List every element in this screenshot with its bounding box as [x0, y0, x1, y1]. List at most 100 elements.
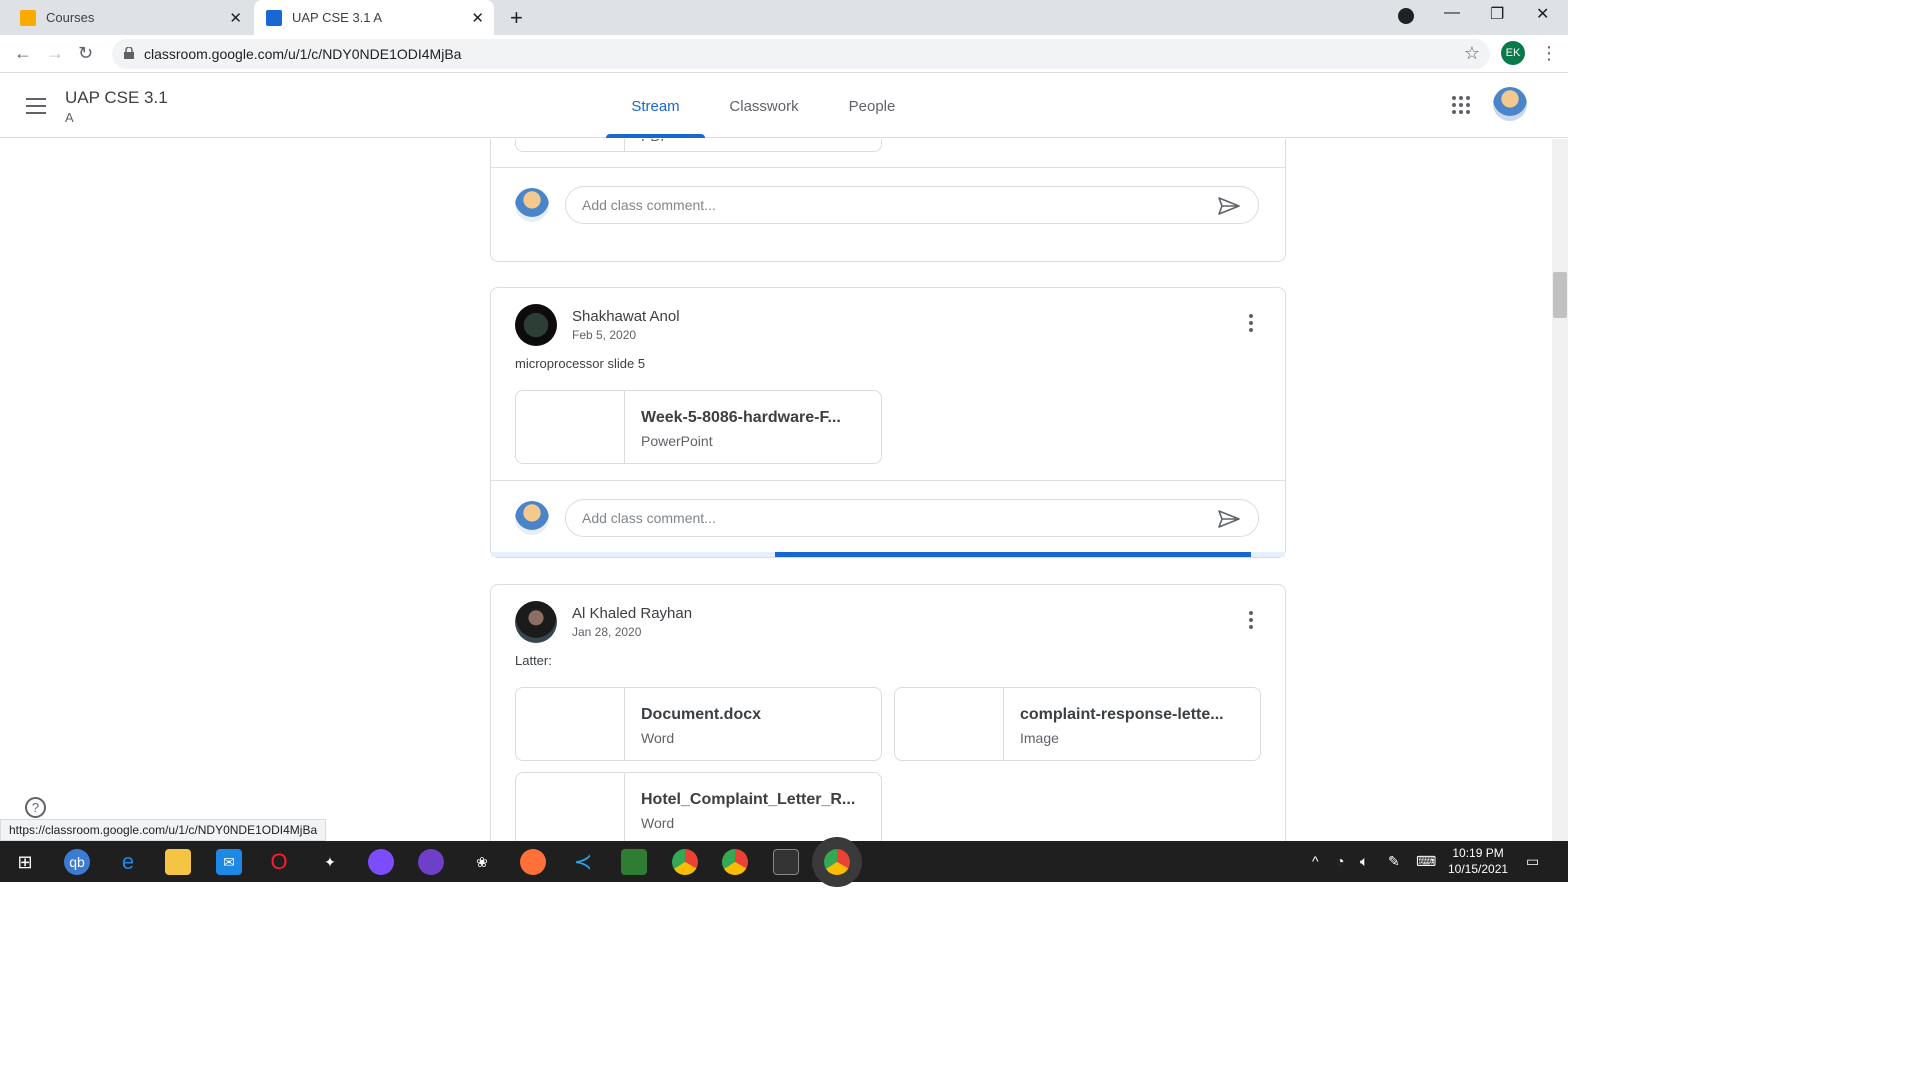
- terminal-icon[interactable]: [773, 849, 799, 875]
- attachment-thumbnail: [516, 391, 625, 463]
- stream-post-card: Shakhawat Anol Feb 5, 2020 microprocesso…: [490, 287, 1286, 558]
- tab-classwork[interactable]: Classwork: [716, 74, 812, 138]
- system-clock[interactable]: 10:19 PM 10/15/2021: [1448, 845, 1508, 877]
- reload-icon[interactable]: ↻: [78, 43, 93, 64]
- post-text: Latter:: [515, 653, 552, 668]
- show-hidden-icons-icon[interactable]: ^: [1312, 853, 1319, 869]
- tab-title: UAP CSE 3.1 A: [292, 10, 383, 25]
- comment-row: Add class comment...: [491, 167, 1285, 242]
- url-text: classroom.google.com/u/1/c/NDY0NDE1ODI4M…: [144, 46, 462, 62]
- attachment-type: PDF: [641, 139, 669, 144]
- stream-post-card: PDF Add class comment...: [490, 139, 1286, 262]
- link-status-bar: https://classroom.google.com/u/1/c/NDY0N…: [0, 819, 327, 841]
- mail-icon[interactable]: ✉: [216, 849, 242, 875]
- avatar: [515, 188, 549, 222]
- send-icon[interactable]: [1218, 510, 1240, 528]
- app-icon[interactable]: ✦: [317, 849, 343, 875]
- account-avatar[interactable]: [1493, 87, 1527, 121]
- attachment-type: PowerPoint: [641, 433, 713, 449]
- attachment-name: Document.docx: [641, 706, 762, 723]
- comment-placeholder: Add class comment...: [582, 510, 716, 526]
- page-scrollbar[interactable]: [1552, 139, 1568, 841]
- network-icon[interactable]: ◔: [1336, 853, 1344, 869]
- file-explorer-icon[interactable]: [165, 849, 191, 875]
- clock-time: 10:19 PM: [1452, 846, 1504, 860]
- browser-menu-icon[interactable]: ⋮: [1540, 43, 1558, 64]
- send-icon[interactable]: [1218, 197, 1240, 215]
- attachment-thumbnail: [516, 139, 625, 151]
- help-icon[interactable]: ?: [25, 797, 46, 818]
- attachment-card[interactable]: Hotel_Complaint_Letter_R... Word: [515, 772, 882, 841]
- bookmark-star-icon[interactable]: ☆: [1464, 43, 1480, 64]
- post-author: Shakhawat Anol: [572, 308, 680, 325]
- window-close-icon[interactable]: ✕: [1536, 4, 1549, 24]
- stream-feed: PDF Add class comment... Shakhawat Anol …: [0, 139, 1552, 841]
- comment-placeholder: Add class comment...: [582, 197, 716, 213]
- scrollbar-thumb[interactable]: [1553, 272, 1567, 318]
- attachment-card[interactable]: Document.docx Word: [515, 687, 882, 761]
- attachment-card[interactable]: PDF: [515, 139, 882, 152]
- attachment-type: Word: [641, 730, 675, 746]
- class-section: A: [65, 110, 74, 125]
- attachment-thumbnail: [516, 773, 625, 841]
- restore-icon[interactable]: ❐: [1490, 4, 1504, 24]
- post-date[interactable]: Jan 28, 2020: [572, 625, 641, 639]
- windows-start-icon[interactable]: ⊞: [12, 849, 38, 875]
- messenger-icon[interactable]: [368, 849, 394, 875]
- tab-title: Courses: [46, 10, 95, 25]
- address-bar-row: ← → ↻ classroom.google.com/u/1/c/NDY0NDE…: [0, 35, 1568, 73]
- browser-tab-strip: Courses ✕ UAP CSE 3.1 A ✕ + — ❐ ✕: [0, 0, 1568, 35]
- back-icon[interactable]: ←: [14, 43, 32, 64]
- attachment-thumbnail: [895, 688, 1004, 760]
- minimize-icon[interactable]: —: [1444, 4, 1460, 22]
- edge-icon[interactable]: e: [115, 849, 141, 875]
- main-menu-icon[interactable]: [26, 98, 46, 114]
- chrome-icon[interactable]: [722, 849, 748, 875]
- attachment-card[interactable]: complaint-response-lette... Image: [894, 687, 1261, 761]
- volume-icon[interactable]: 🔈︎: [1360, 853, 1368, 870]
- url-input[interactable]: classroom.google.com/u/1/c/NDY0NDE1ODI4M…: [112, 39, 1490, 69]
- avatar: [515, 501, 549, 535]
- opera-icon[interactable]: O: [266, 849, 292, 875]
- close-icon[interactable]: ✕: [229, 9, 242, 27]
- browser-tab-courses[interactable]: Courses ✕: [8, 0, 252, 35]
- class-comment-input[interactable]: Add class comment...: [565, 186, 1259, 224]
- firefox-icon[interactable]: [520, 849, 546, 875]
- vscode-icon[interactable]: ≺: [570, 849, 596, 875]
- clock-date: 10/15/2021: [1448, 862, 1509, 876]
- attachment-name: Week-5-8086-hardware-F...: [641, 409, 841, 426]
- browser-tab-uap-cse[interactable]: UAP CSE 3.1 A ✕: [254, 0, 494, 35]
- tab-stream[interactable]: Stream: [606, 74, 705, 138]
- post-author: Al Khaled Rayhan: [572, 605, 693, 622]
- attachment-card[interactable]: Week-5-8086-hardware-F... PowerPoint: [515, 390, 882, 464]
- app-icon[interactable]: [621, 849, 647, 875]
- app-icon[interactable]: ❀: [469, 849, 495, 875]
- keyboard-icon[interactable]: ⌨: [1416, 853, 1436, 870]
- tab-search-icon[interactable]: [1398, 8, 1414, 24]
- chrome-active-icon[interactable]: [824, 849, 850, 875]
- tab-people[interactable]: People: [836, 74, 908, 138]
- windows-taskbar: ⊞ qb e ✉ O ✦ ❀ ≺ ^ ◔ 🔈︎ ✎ ⌨ 10:19 PM 10/…: [0, 841, 1568, 882]
- qbittorrent-icon[interactable]: qb: [64, 849, 90, 875]
- pen-icon[interactable]: ✎: [1388, 853, 1400, 870]
- loading-progress-bar: [491, 552, 1285, 557]
- more-options-icon[interactable]: [1249, 314, 1253, 332]
- google-apps-icon[interactable]: [1452, 96, 1470, 114]
- attachment-type: Image: [1020, 730, 1059, 746]
- class-title[interactable]: UAP CSE 3.1: [65, 88, 168, 108]
- classroom-favicon-icon: [20, 9, 36, 26]
- lock-icon: [124, 47, 134, 59]
- new-tab-icon[interactable]: +: [510, 5, 523, 31]
- author-avatar: [515, 304, 557, 346]
- attachment-type: Word: [641, 815, 675, 831]
- classroom-header: UAP CSE 3.1 A Stream Classwork People: [0, 74, 1568, 138]
- profile-avatar[interactable]: EK: [1501, 41, 1525, 65]
- notifications-icon[interactable]: ▭: [1526, 853, 1539, 870]
- more-options-icon[interactable]: [1249, 611, 1253, 629]
- class-comment-input[interactable]: Add class comment...: [565, 499, 1259, 537]
- chrome-icon[interactable]: [672, 849, 698, 875]
- post-date[interactable]: Feb 5, 2020: [572, 328, 636, 342]
- close-icon[interactable]: ✕: [471, 9, 484, 27]
- github-icon[interactable]: [418, 849, 444, 875]
- forward-icon[interactable]: →: [46, 43, 64, 64]
